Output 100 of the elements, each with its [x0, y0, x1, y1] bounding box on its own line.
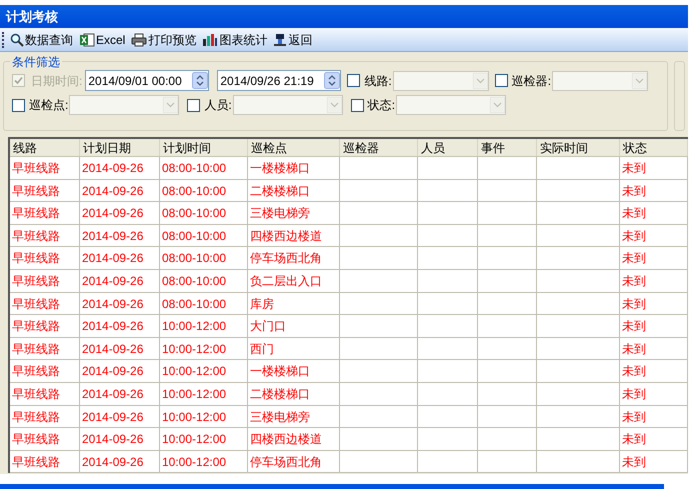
dropdown-arrow-icon	[326, 97, 342, 113]
table-cell: 三楼电梯旁	[248, 202, 340, 224]
field-label: 日期时间:	[31, 72, 82, 90]
table-cell: 2014-09-26	[80, 450, 160, 472]
checkbox[interactable]	[494, 74, 508, 87]
table-cell: 2014-09-26	[80, 270, 160, 292]
table-cell: 08:00-10:00	[160, 247, 248, 269]
table-cell: 早班线路	[10, 224, 80, 246]
table-cell: 未到	[620, 360, 688, 382]
checkbox[interactable]	[347, 74, 360, 87]
bar-chart-icon	[202, 32, 218, 46]
toolbar-button[interactable]: 数据查询	[10, 30, 73, 50]
table-cell: 08:00-10:00	[160, 202, 248, 224]
person-icon	[273, 32, 288, 46]
table-cell: 08:00-10:00	[160, 292, 248, 314]
table-cell: 10:00-12:00	[160, 428, 248, 450]
table-cell: 未到	[620, 338, 688, 360]
table-cell: 库房	[248, 292, 340, 314]
window-title: 计划考核	[6, 8, 58, 26]
column-header[interactable]: 巡检器	[340, 139, 418, 156]
table-cell: 08:00-10:00	[160, 224, 248, 246]
table-cell: 2014-09-26	[80, 224, 160, 246]
table-cell: 2014-09-26	[80, 338, 160, 360]
table-cell: 早班线路	[10, 202, 80, 224]
dropdown[interactable]	[552, 70, 648, 90]
dropdown-arrow-icon	[632, 72, 648, 88]
table-cell: 西门	[248, 338, 340, 360]
table-cell: 2014-09-26	[80, 247, 160, 269]
table-cell: 未到	[620, 247, 688, 269]
table-cell: 大门口	[248, 315, 340, 337]
table-cell: 二楼楼梯口	[248, 382, 340, 405]
table-cell: 未到	[620, 270, 688, 292]
table-cell: 早班线路	[10, 360, 80, 382]
table-cell: 一楼楼梯口	[248, 360, 340, 382]
checkbox[interactable]	[187, 98, 200, 112]
table-cell: 早班线路	[10, 315, 80, 337]
table-cell: 早班线路	[10, 338, 80, 360]
column-header[interactable]: 计划日期	[80, 139, 160, 156]
table-cell: 早班线路	[10, 428, 80, 450]
table-cell: 负二层出入口	[248, 270, 340, 292]
spin-icon	[324, 72, 340, 89]
table-cell: 早班线路	[10, 450, 80, 472]
dropdown-arrow-icon	[163, 97, 178, 113]
table-cell: 2014-09-26	[80, 382, 160, 405]
table-cell: 未到	[620, 292, 688, 314]
toolbar-button[interactable]: 打印预览	[131, 30, 196, 50]
table-cell: 08:00-10:00	[160, 270, 248, 292]
checkbox[interactable]	[350, 98, 364, 112]
dropdown[interactable]	[396, 95, 506, 115]
table-cell: 2014-09-26	[80, 315, 160, 337]
column-header[interactable]: 巡检点	[248, 139, 340, 156]
group-title: 条件筛选	[10, 53, 62, 71]
toolbar-button[interactable]: 返回	[273, 30, 312, 50]
dropdown[interactable]	[69, 95, 180, 115]
table-cell: 未到	[620, 450, 688, 472]
table-cell: 四楼西边楼道	[248, 428, 340, 450]
table-cell: 10:00-12:00	[160, 315, 248, 337]
table-cell: 2014-09-26	[80, 406, 160, 428]
table-cell: 早班线路	[10, 382, 80, 405]
table-cell: 早班线路	[10, 157, 80, 179]
dropdown-arrow-icon	[472, 72, 488, 88]
column-header[interactable]: 线路	[10, 139, 80, 156]
dropdown[interactable]	[232, 95, 343, 115]
checkbox[interactable]	[12, 98, 25, 112]
table-cell: 停车场西北角	[248, 247, 340, 269]
table-cell: 未到	[620, 202, 688, 224]
table-cell: 早班线路	[10, 406, 80, 428]
table-cell: 早班线路	[10, 270, 80, 292]
column-header[interactable]: 计划时间	[160, 139, 248, 156]
field-label: 状态:	[368, 97, 396, 114]
table-cell: 08:00-10:00	[160, 180, 248, 202]
table-cell: 未到	[620, 180, 688, 202]
table-cell: 早班线路	[10, 247, 80, 269]
dropdown[interactable]	[392, 70, 489, 90]
table-cell: 三楼电梯旁	[248, 406, 340, 428]
table-cell: 10:00-12:00	[160, 406, 248, 428]
toolbar-button[interactable]: Excel	[79, 30, 126, 50]
spin-icon	[192, 72, 208, 89]
column-header[interactable]: 实际时间	[537, 139, 620, 156]
table-cell: 10:00-12:00	[160, 450, 248, 472]
table-cell: 早班线路	[10, 180, 80, 202]
table-cell: 未到	[620, 315, 688, 337]
column-header[interactable]: 人员	[418, 139, 478, 156]
table-cell: 一楼楼梯口	[248, 157, 340, 179]
table-cell: 2014-09-26	[80, 202, 160, 224]
table-cell: 2014-09-26	[80, 292, 160, 314]
table-cell: 2014-09-26	[80, 360, 160, 382]
spreadsheet-icon	[79, 32, 95, 46]
table-cell: 停车场西北角	[248, 450, 340, 472]
table-cell: 10:00-12:00	[160, 338, 248, 360]
table-cell: 2014-09-26	[80, 428, 160, 450]
group-box	[674, 61, 685, 131]
field-label: 巡检器:	[512, 72, 552, 90]
column-header[interactable]: 状态	[620, 139, 688, 156]
toolbar-button[interactable]: 图表统计	[202, 30, 268, 50]
table-cell: 四楼西边楼道	[248, 224, 340, 246]
table-cell: 未到	[620, 428, 688, 450]
table-cell: 2014-09-26	[80, 180, 160, 202]
column-header[interactable]: 事件	[478, 139, 537, 156]
table-cell: 08:00-10:00	[160, 157, 248, 179]
